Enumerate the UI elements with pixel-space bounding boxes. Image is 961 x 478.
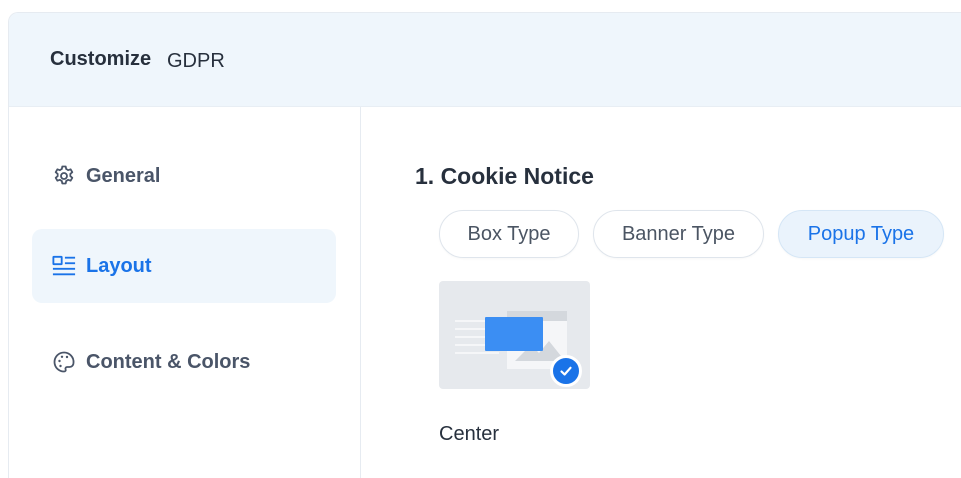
layout-icon [52,254,76,278]
sidebar: General Layout Content & Colors [9,107,361,478]
palette-icon [52,350,76,374]
selected-check-icon [550,355,582,387]
sidebar-item-content-colors[interactable]: Content & Colors [32,325,336,399]
banner-type-button[interactable]: Banner Type [593,210,764,258]
box-type-button[interactable]: Box Type [439,210,579,258]
popup-type-button[interactable]: Popup Type [778,210,944,258]
sidebar-item-layout[interactable]: Layout [32,229,336,303]
layout-option-center[interactable] [439,281,590,389]
gear-icon [52,164,76,188]
layout-option-label: Center [439,423,500,445]
sidebar-item-general[interactable]: General [32,139,336,213]
sidebar-item-label: Content & Colors [86,350,251,373]
section-title: 1. Cookie Notice [415,163,594,189]
customize-panel: Customize GDPR General Layout Content & … [8,12,961,478]
page-subtitle: GDPR [167,50,225,72]
sidebar-item-label: General [86,164,161,187]
page-title: Customize [50,48,152,70]
sidebar-item-label: Layout [86,254,152,277]
main-content: 1. Cookie Notice Box Type Banner Type Po… [361,107,961,478]
page-header: Customize GDPR [9,13,961,107]
